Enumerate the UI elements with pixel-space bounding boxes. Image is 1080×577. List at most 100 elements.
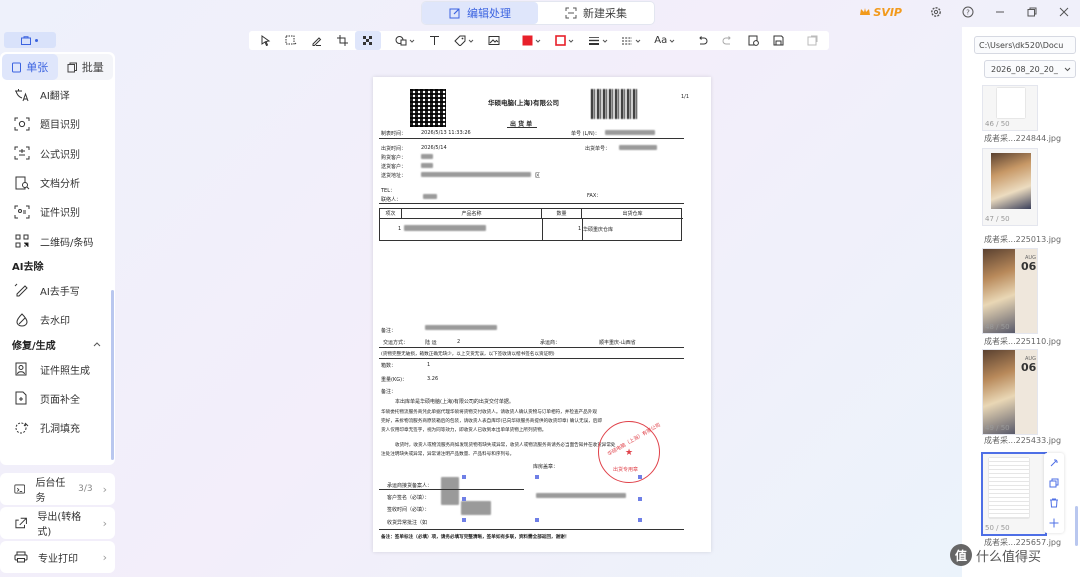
printer-icon [14, 551, 28, 563]
contact-label: 联络人： [381, 197, 402, 203]
trash-icon[interactable] [1049, 498, 1059, 508]
undo-button[interactable] [689, 31, 715, 50]
selection-handle[interactable] [535, 518, 539, 522]
selection-handle[interactable] [535, 475, 539, 479]
tab-edit-process[interactable]: 编辑处理 [422, 2, 538, 24]
segment-single[interactable]: 单张 [2, 54, 58, 80]
restore-icon [1027, 7, 1037, 17]
chevron-down-icon [1064, 67, 1071, 71]
dash-style-picker[interactable] [615, 31, 648, 50]
save-button[interactable] [766, 31, 792, 50]
export-button[interactable]: 导出(转格式) › [0, 507, 115, 539]
close-button[interactable] [1048, 0, 1080, 24]
document-canvas[interactable]: 华硕电脑(上海)有限公司 1/1 出 货 单 制表时间： 2026/5/13 1… [373, 77, 711, 552]
copy-icon[interactable] [1049, 478, 1059, 488]
sidebar-item-formula-recognition[interactable]: 公式识别 [0, 139, 115, 168]
panel-toggle-button[interactable] [4, 32, 56, 48]
tab-new-capture[interactable]: 新建采集 [538, 2, 654, 24]
shapes-icon [395, 36, 407, 46]
history-button[interactable] [740, 31, 766, 50]
fax-label: FAX： [587, 193, 602, 199]
selection-handle[interactable] [638, 518, 642, 522]
sidebar-scrollbar[interactable] [111, 290, 114, 460]
background-tasks-button[interactable]: 后台任务 3/3 › [0, 473, 115, 505]
clear-icon [807, 35, 818, 46]
magic-icon[interactable] [1049, 458, 1059, 468]
thumbnail-item[interactable]: 46 / 50 [982, 85, 1038, 131]
transport-label: 交运方式： [383, 340, 409, 346]
svip-badge[interactable]: SVIP [859, 6, 902, 19]
folder-select[interactable]: 2026_08_20_20_ [984, 60, 1076, 78]
id-card-icon [14, 205, 30, 219]
tag-icon [454, 35, 466, 46]
tel-label: TEL： [381, 188, 395, 194]
redo-button[interactable] [715, 31, 741, 50]
sidebar-item-ai-translate[interactable]: AI翻译 [0, 80, 115, 109]
thumbnail-item-selected[interactable]: 50 / 50 [981, 452, 1047, 536]
chevron-down-icon [535, 39, 540, 43]
chevron-up-icon[interactable] [93, 341, 101, 347]
sidebar-item-hole-fill[interactable]: 孔洞填充 [0, 413, 115, 442]
mosaic-tool[interactable] [355, 31, 381, 50]
chevron-right-icon: › [102, 516, 107, 530]
selection-handle[interactable] [462, 497, 466, 501]
sidebar-item-id-recognition[interactable]: 证件识别 [0, 197, 115, 226]
line-width-icon [588, 37, 599, 45]
thumbnail-scrollbar[interactable] [1075, 506, 1078, 546]
clear-button[interactable] [799, 31, 825, 50]
stroke-color-picker[interactable] [548, 31, 581, 50]
section-ai-remove: AI去除 [12, 262, 44, 274]
rect-select-tool[interactable] [279, 31, 305, 50]
pen-tool[interactable] [304, 31, 330, 50]
selection-handle[interactable] [638, 497, 642, 501]
save-icon [773, 35, 784, 46]
crop-tool[interactable] [330, 31, 356, 50]
carrier-value: 顺丰重庆-山西省 [599, 340, 636, 346]
row-qty: 1 [578, 226, 582, 232]
box-value: 1 [427, 362, 431, 368]
deliver-customer-label: 送货客户： [381, 164, 407, 170]
sidebar-item-qrcode[interactable]: 二维码/条码 [0, 226, 115, 255]
minimize-button[interactable] [984, 0, 1016, 24]
path-field[interactable]: C:\Users\dk520\Docu [974, 36, 1076, 54]
text-tool[interactable] [422, 31, 448, 50]
chevron-down-icon [568, 39, 574, 43]
mosaic-icon [363, 36, 373, 45]
thumbnail-item[interactable]: AUG 06 49 / 50 [982, 349, 1038, 435]
sidebar-item-question-recognition[interactable]: 题目识别 [0, 109, 115, 138]
selection-handle[interactable] [638, 475, 642, 479]
fill-color-picker[interactable] [514, 31, 547, 50]
print-button[interactable]: 专业打印 › [0, 541, 115, 573]
sidebar-item-id-photo[interactable]: 证件照生成 [0, 354, 115, 383]
chevron-down-icon [636, 39, 641, 43]
move-icon[interactable] [1049, 518, 1059, 528]
sidebar-item-ai-remove-handwriting[interactable]: AI去手写 [0, 276, 115, 305]
minimize-icon [996, 11, 1004, 13]
tag-tool[interactable] [448, 31, 481, 50]
image-tool[interactable] [481, 31, 507, 50]
thumbnail-name: 成者采...225433.jpg [984, 436, 1062, 445]
footer-note: 备注：签单标注（必填）项，请务必填写完整清晰，签单如有多联，资料需全部返回，谢谢… [381, 535, 570, 540]
selection-handle[interactable] [462, 518, 466, 522]
window-controls: SVIP ? [859, 0, 1080, 24]
carrier-sign-label: 承运商接货备案人： [387, 483, 433, 489]
paragraph-3a: 收货时，收货人或物流服务商如发现货物有缺失或异常，收货人或物流服务商请务必当面告… [395, 443, 616, 448]
close-icon [1059, 7, 1069, 17]
shape-tool[interactable] [389, 31, 422, 50]
sidebar-item-remove-watermark[interactable]: 去水印 [0, 305, 115, 334]
settings-button[interactable] [920, 0, 952, 24]
abnormal-note-label: 收货异常批注（如 [387, 520, 428, 526]
thumbnail-item[interactable]: AUG 06 48 / 50 [982, 248, 1038, 334]
line-width-picker[interactable] [581, 31, 614, 50]
selection-handle[interactable] [462, 475, 466, 479]
help-button[interactable]: ? [952, 0, 984, 24]
watermark-logo: 值 [950, 544, 972, 566]
thumbnail-item[interactable]: 47 / 50 [982, 148, 1038, 226]
watermark-text: 什么值得买 [976, 549, 1042, 565]
font-picker[interactable]: Aa [648, 31, 681, 50]
sidebar-item-document-analysis[interactable]: 文档分析 [0, 168, 115, 197]
sidebar-item-page-complete[interactable]: 页面补全 [0, 384, 115, 413]
pointer-tool[interactable] [253, 31, 279, 50]
restore-button[interactable] [1016, 0, 1048, 24]
segment-batch[interactable]: 批量 [58, 54, 114, 80]
